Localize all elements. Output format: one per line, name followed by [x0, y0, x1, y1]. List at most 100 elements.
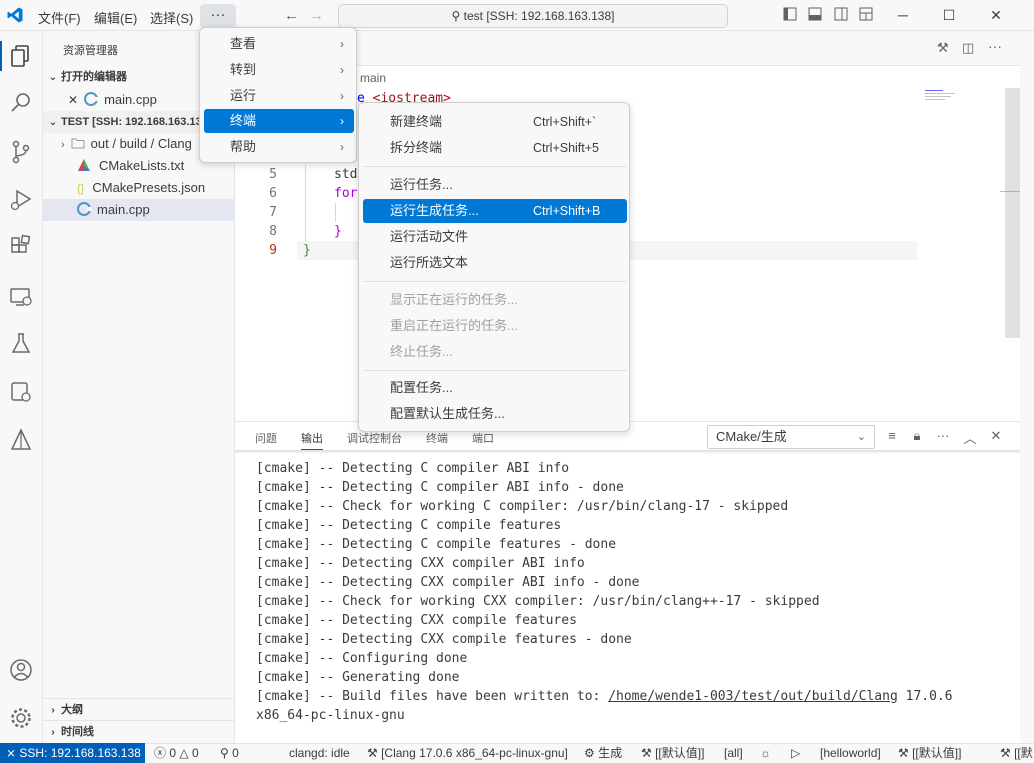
menu-item-new-terminal[interactable]: 新建终端 Ctrl+Shift+` [363, 110, 627, 134]
minimap[interactable] [925, 89, 965, 103]
default-target-status[interactable]: ⚒ [[默认值]] [898, 744, 961, 763]
remote-explorer-icon[interactable] [6, 282, 36, 312]
build-target-status[interactable]: ⚒ [[默认值]] [641, 744, 704, 763]
timeline-header[interactable]: › 时间线 [43, 720, 235, 742]
forward-arrow-icon[interactable]: → [309, 7, 324, 24]
tab-debug-console[interactable]: 调试控制台 [347, 430, 402, 446]
source-control-icon[interactable] [6, 137, 36, 167]
toggle-secondary-sidebar-icon[interactable] [833, 7, 849, 23]
editor-scrollbar[interactable] [1005, 88, 1020, 338]
tree-item-main-cpp[interactable]: main.cpp [43, 199, 235, 221]
launch-target-status[interactable]: [helloworld] [820, 744, 881, 763]
activity-bar [0, 31, 43, 743]
code-line: } [303, 243, 311, 258]
more-menus-button[interactable]: ··· [200, 4, 236, 28]
output-line: [cmake] -- Detecting C compile features [256, 518, 562, 533]
lock-icon[interactable]: 🔒︎ [909, 428, 925, 446]
remote-indicator[interactable]: ⨯ SSH: 192.168.163.138 [0, 743, 145, 763]
breadcrumb[interactable]: main [360, 71, 386, 85]
cpp-file-icon [84, 92, 100, 106]
debug-bug-icon[interactable]: ☼ [760, 744, 771, 763]
menu-item-terminal[interactable]: 终端 › [204, 109, 354, 133]
menu-item-run-build-task[interactable]: 运行生成任务... Ctrl+Shift+B [363, 199, 627, 223]
json-file-icon: {} [77, 183, 85, 195]
output-line: [cmake] -- Detecting C compile features … [256, 537, 617, 552]
clangd-status[interactable]: clangd: idle [289, 744, 350, 763]
menu-item-run-task[interactable]: 运行任务... [363, 173, 627, 197]
menu-item-show-running-tasks: 显示正在运行的任务... [390, 292, 518, 307]
more-actions-icon[interactable]: ··· [935, 428, 951, 446]
maximize-button[interactable]: ☐ [926, 0, 972, 30]
problems-status[interactable]: ⓧ 0 △ 0 [154, 744, 199, 763]
tree-item-cmakepresets[interactable]: {} CMakePresets.json [43, 177, 235, 199]
line-number: 5 [269, 167, 277, 182]
timeline-label: 时间线 [61, 726, 94, 738]
output-path-link[interactable]: /home/wende1-003/test/out/build/Clang [608, 689, 898, 704]
split-editor-icon[interactable]: ◫ [962, 40, 974, 56]
back-arrow-icon[interactable]: ← [284, 7, 299, 24]
sidebar-title: 资源管理器 [63, 45, 118, 57]
cmake-tools-icon[interactable] [6, 425, 36, 455]
menu-selection[interactable]: 选择(S) [150, 8, 193, 27]
output-line: [cmake] -- Build files have been written… [256, 689, 953, 704]
kit-status[interactable]: ⚒ [Clang 17.0.6 x86_64-pc-linux-gnu] [367, 744, 568, 763]
tree-item-label: out / build / Clang [90, 136, 192, 151]
testing-icon[interactable] [6, 329, 36, 359]
default-target-status-2[interactable]: ⚒ [[默 [1000, 744, 1033, 763]
filter-list-icon[interactable]: ≡ [884, 428, 900, 446]
tab-problems[interactable]: 问题 [255, 430, 277, 446]
ports-status[interactable]: ⚲ 0 [220, 744, 239, 763]
menu-edit[interactable]: 编辑(E) [94, 8, 137, 27]
indent-guide [305, 165, 306, 241]
extensions-icon[interactable] [6, 232, 36, 262]
customize-layout-icon[interactable] [858, 7, 874, 23]
tab-ports[interactable]: 端口 [472, 430, 494, 446]
output-line: [cmake] -- Detecting CXX compile feature… [256, 613, 577, 628]
search-icon[interactable] [6, 88, 36, 118]
code-line: for [334, 186, 358, 201]
maximize-panel-icon[interactable]: ︿ [962, 428, 978, 446]
tree-item-label: main.cpp [97, 202, 150, 217]
minimize-button[interactable]: ─ [880, 0, 926, 30]
tree-item-label: CMakeLists.txt [99, 158, 185, 173]
output-line: [cmake] -- Generating done [256, 670, 460, 685]
all-target-status[interactable]: [all] [724, 744, 743, 763]
account-icon[interactable] [6, 655, 36, 685]
explorer-icon[interactable] [0, 41, 36, 71]
tab-terminal[interactable]: 终端 [426, 430, 448, 446]
menu-item-help[interactable]: 帮助 › [204, 135, 354, 159]
close-window-button[interactable]: ✕ [972, 0, 1020, 30]
chevron-right-icon: › [340, 89, 344, 103]
tab-output[interactable]: 输出 [301, 430, 323, 450]
outline-header[interactable]: › 大纲 [43, 698, 235, 720]
menu-item-run-active-file[interactable]: 运行活动文件 [363, 225, 627, 249]
menu-item-run-selected-text[interactable]: 运行所选文本 [363, 251, 627, 275]
build-status[interactable]: ⚙ 生成 [584, 744, 622, 763]
cmake-build-icon[interactable]: ⚒ [937, 40, 949, 56]
chevron-right-icon: › [340, 63, 344, 77]
toggle-panel-icon[interactable] [807, 7, 823, 23]
chevron-down-icon: ⌄ [856, 431, 866, 443]
close-icon[interactable]: ✕ [68, 93, 78, 107]
chevron-right-icon: › [340, 114, 344, 128]
menu-item-run[interactable]: 运行 › [204, 84, 354, 108]
menu-item-view[interactable]: 查看 › [204, 32, 354, 56]
cpp-file-icon [77, 202, 92, 216]
more-menu-dropdown: 查看 › 转到 › 运行 › 终端 › 帮助 › [199, 27, 357, 163]
more-actions-icon[interactable]: ··· [988, 38, 1002, 54]
command-center[interactable]: ⚲ test [SSH: 192.168.163.138] [338, 4, 728, 28]
close-panel-icon[interactable]: ✕ [988, 428, 1004, 446]
cmake-icon[interactable] [6, 377, 36, 407]
output-channel-select[interactable]: CMake/生成 ⌄ [707, 425, 875, 449]
manage-gear-icon[interactable] [6, 703, 36, 733]
chevron-down-icon: ⌄ [48, 117, 58, 128]
menu-item-configure-tasks[interactable]: 配置任务... [363, 376, 627, 400]
menu-file[interactable]: 文件(F) [38, 8, 81, 27]
run-debug-icon[interactable] [6, 185, 36, 215]
menu-item-configure-default-build-task[interactable]: 配置默认生成任务... [363, 402, 627, 426]
menu-item-go[interactable]: 转到 › [204, 58, 354, 82]
run-play-icon[interactable]: ▷ [791, 744, 800, 763]
menu-item-split-terminal[interactable]: 拆分终端 Ctrl+Shift+5 [363, 136, 627, 160]
toggle-sidebar-icon[interactable] [782, 7, 798, 23]
gear-icon: ⚙ [584, 746, 599, 760]
